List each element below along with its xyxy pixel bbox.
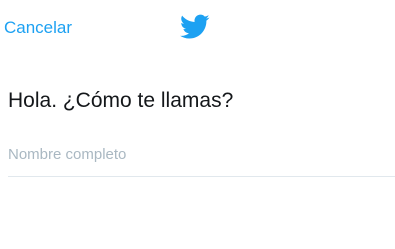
page-title: Hola. ¿Cómo te llamas? — [8, 89, 234, 112]
full-name-input[interactable] — [8, 141, 395, 167]
top-bar: Cancelar — [0, 0, 395, 56]
cancel-button[interactable]: Cancelar — [4, 17, 72, 39]
twitter-bird-icon — [180, 14, 210, 40]
input-divider — [8, 176, 395, 177]
